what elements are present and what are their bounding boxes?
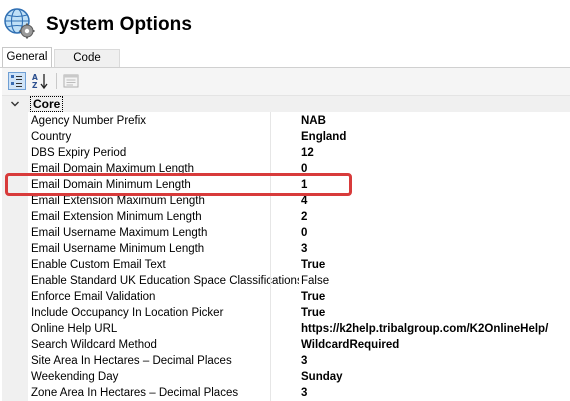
property-name: Country — [31, 131, 72, 143]
property-name: Weekending Day — [31, 371, 119, 383]
column-divider[interactable] — [270, 112, 271, 401]
property-pages-button[interactable] — [62, 72, 80, 90]
property-value[interactable]: False — [301, 273, 569, 289]
property-name: Enable Custom Email Text — [31, 259, 166, 271]
property-row[interactable]: Email Extension Minimum Length 2 — [28, 209, 570, 225]
property-value[interactable]: 0 — [301, 225, 569, 241]
property-row[interactable]: Site Area In Hectares – Decimal Places 3 — [28, 353, 570, 369]
property-row[interactable]: Email Domain Minimum Length 1 — [28, 177, 570, 193]
property-row[interactable]: Agency Number Prefix NAB — [28, 113, 570, 129]
property-name: Email Extension Maximum Length — [31, 195, 205, 207]
property-value[interactable]: 4 — [301, 193, 569, 209]
window-header: System Options — [0, 0, 570, 48]
property-value[interactable]: Sunday — [301, 369, 569, 385]
property-value[interactable]: 3 — [301, 385, 569, 401]
property-row[interactable]: Enforce Email Validation True — [28, 289, 570, 305]
property-name: Site Area In Hectares – Decimal Places — [31, 355, 232, 367]
property-grid-toolbar: A Z — [2, 68, 570, 96]
property-name: Enforce Email Validation — [31, 291, 156, 303]
property-name: Email Domain Minimum Length — [31, 179, 191, 191]
sort-alphabetical-button[interactable]: A Z — [31, 72, 49, 90]
property-value[interactable]: 3 — [301, 241, 569, 257]
property-value[interactable]: England — [301, 129, 569, 145]
property-row[interactable]: Online Help URL https://k2help.tribalgrou… — [28, 321, 570, 337]
property-name: Email Extension Minimum Length — [31, 211, 202, 223]
property-value[interactable]: 0 — [301, 161, 569, 177]
property-row[interactable]: Search Wildcard Method WildcardRequired — [28, 337, 570, 353]
property-row[interactable]: Country England — [28, 129, 570, 145]
property-row[interactable]: Zone Area In Hectares – Decimal Places 3 — [28, 385, 570, 401]
property-row[interactable]: Weekending Day Sunday — [28, 369, 570, 385]
property-value[interactable]: 2 — [301, 209, 569, 225]
grid-gutter — [2, 96, 28, 401]
toolbar-separator — [56, 73, 57, 89]
property-name: Zone Area In Hectares – Decimal Places — [31, 387, 239, 399]
categorized-button[interactable] — [8, 72, 26, 90]
property-value[interactable]: NAB — [301, 113, 569, 129]
property-value[interactable]: 12 — [301, 145, 569, 161]
categorized-icon — [11, 75, 22, 87]
property-grid: Core Agency Number Prefix NAB Country Engla… — [2, 96, 570, 401]
property-name: Email Username Maximum Length — [31, 227, 208, 239]
property-name: Include Occupancy In Location Picker — [31, 307, 224, 319]
tab-code-format[interactable]: Code Format — [54, 49, 120, 81]
tab-strip: General Code Format — [0, 47, 570, 81]
category-row-core[interactable]: Core — [2, 96, 570, 112]
property-row[interactable]: Email Username Maximum Length 0 — [28, 225, 570, 241]
svg-text:Z: Z — [32, 81, 38, 90]
property-row[interactable]: Enable Standard UK Education Space Class… — [28, 273, 570, 289]
property-value[interactable]: WildcardRequired — [301, 337, 569, 353]
property-row[interactable]: Email Extension Maximum Length 4 — [28, 193, 570, 209]
property-name: Online Help URL — [31, 323, 118, 335]
window-title: System Options — [46, 14, 193, 35]
property-name: Agency Number Prefix — [31, 115, 147, 127]
property-value[interactable]: 1 — [301, 177, 569, 193]
property-value[interactable]: True — [301, 305, 569, 321]
property-value[interactable]: True — [301, 257, 569, 273]
property-value[interactable]: 3 — [301, 353, 569, 369]
globe-gear-icon — [4, 8, 35, 39]
property-row[interactable]: Include Occupancy In Location Picker True — [28, 305, 570, 321]
chevron-down-icon[interactable] — [10, 99, 20, 109]
property-name: Email Username Minimum Length — [31, 243, 205, 255]
sort-alphabetical-icon: A Z — [32, 73, 48, 90]
property-row[interactable]: DBS Expiry Period 12 — [28, 145, 570, 161]
property-value[interactable]: https://k2help.tribalgroup.com/K2OnlineH… — [301, 321, 569, 337]
property-name: Enable Standard UK Education Space Class… — [31, 275, 299, 287]
category-label: Core — [30, 96, 64, 112]
property-name: Email Domain Maximum Length — [31, 163, 194, 175]
property-name: DBS Expiry Period — [31, 147, 127, 159]
property-value[interactable]: True — [301, 289, 569, 305]
property-name: Search Wildcard Method — [31, 339, 157, 351]
property-row[interactable]: Email Domain Maximum Length 0 — [28, 161, 570, 177]
property-row[interactable]: Enable Custom Email Text True — [28, 257, 570, 273]
tab-general[interactable]: General — [2, 47, 52, 67]
property-pages-icon — [63, 74, 79, 88]
property-row[interactable]: Email Username Minimum Length 3 — [28, 241, 570, 257]
